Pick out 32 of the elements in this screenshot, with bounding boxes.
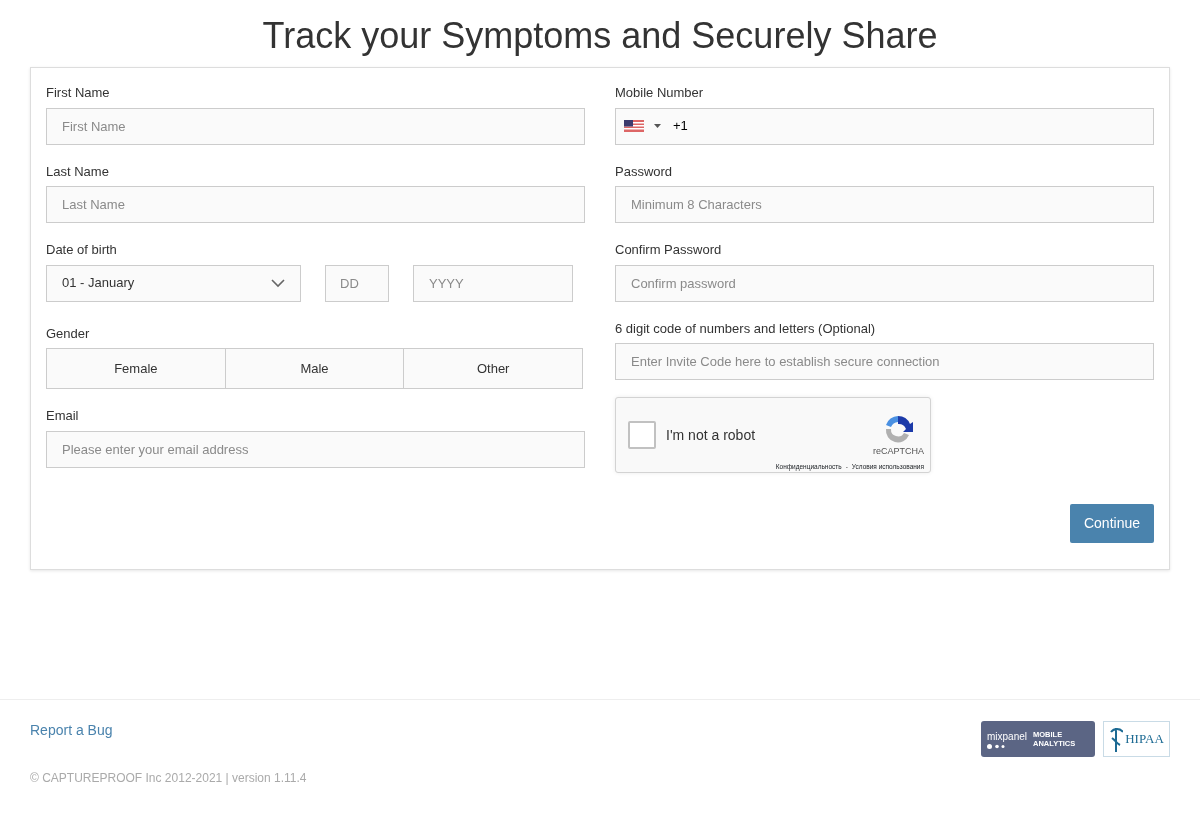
field-label: First Name — [46, 84, 110, 103]
field-label: 6 digit code of numbers and letters (Optional) — [615, 319, 876, 338]
input-field[interactable]: First Name — [46, 107, 585, 145]
field-label: Date of birth — [46, 241, 117, 260]
hipaa-text: HIPAA — [1125, 730, 1164, 749]
input-field[interactable]: Minimum 8 Characters — [615, 186, 1154, 224]
continue-button[interactable]: Continue — [1069, 504, 1154, 544]
gender-option[interactable]: Male — [225, 348, 405, 390]
report-bug-link[interactable]: Report a Bug — [30, 722, 113, 739]
field-label: Gender — [46, 324, 90, 343]
field-label: Confirm Password — [615, 241, 722, 260]
input-field[interactable]: Please enter your email address — [46, 430, 585, 468]
mixpanel-wordmark: mixpanel — [987, 730, 1028, 745]
hipaa-badge[interactable]: HIPAA — [1103, 721, 1170, 758]
captcha-label: I'm not a robot — [666, 425, 757, 445]
input-field[interactable]: Enter Invite Code here to establish secure connection — [615, 343, 1154, 381]
field-label: Email — [46, 407, 79, 426]
gender-option[interactable]: Other — [404, 348, 583, 390]
day-field[interactable]: DD — [325, 264, 389, 302]
copyright-text: © CAPTUREPROOF Inc 2012-2021 | version 1.11.4 — [30, 770, 307, 788]
page-title: Track your Symptoms and Securely Share — [261, 14, 939, 58]
month-select[interactable]: 01 - January — [46, 264, 301, 302]
captcha-brand: reCAPTCHA — [873, 444, 924, 458]
year-field[interactable]: YYYY — [413, 264, 573, 302]
gender-option[interactable]: Female — [46, 348, 226, 390]
field-label: Last Name — [46, 162, 109, 181]
phone-field[interactable]: +1 — [615, 107, 1154, 145]
field-label: Mobile Number — [615, 84, 704, 103]
input-field[interactable]: Confirm password — [615, 264, 1154, 302]
phone-number-input[interactable]: +1 — [671, 115, 1145, 137]
input-field[interactable]: Last Name — [46, 186, 585, 224]
field-label: Password — [615, 162, 673, 181]
